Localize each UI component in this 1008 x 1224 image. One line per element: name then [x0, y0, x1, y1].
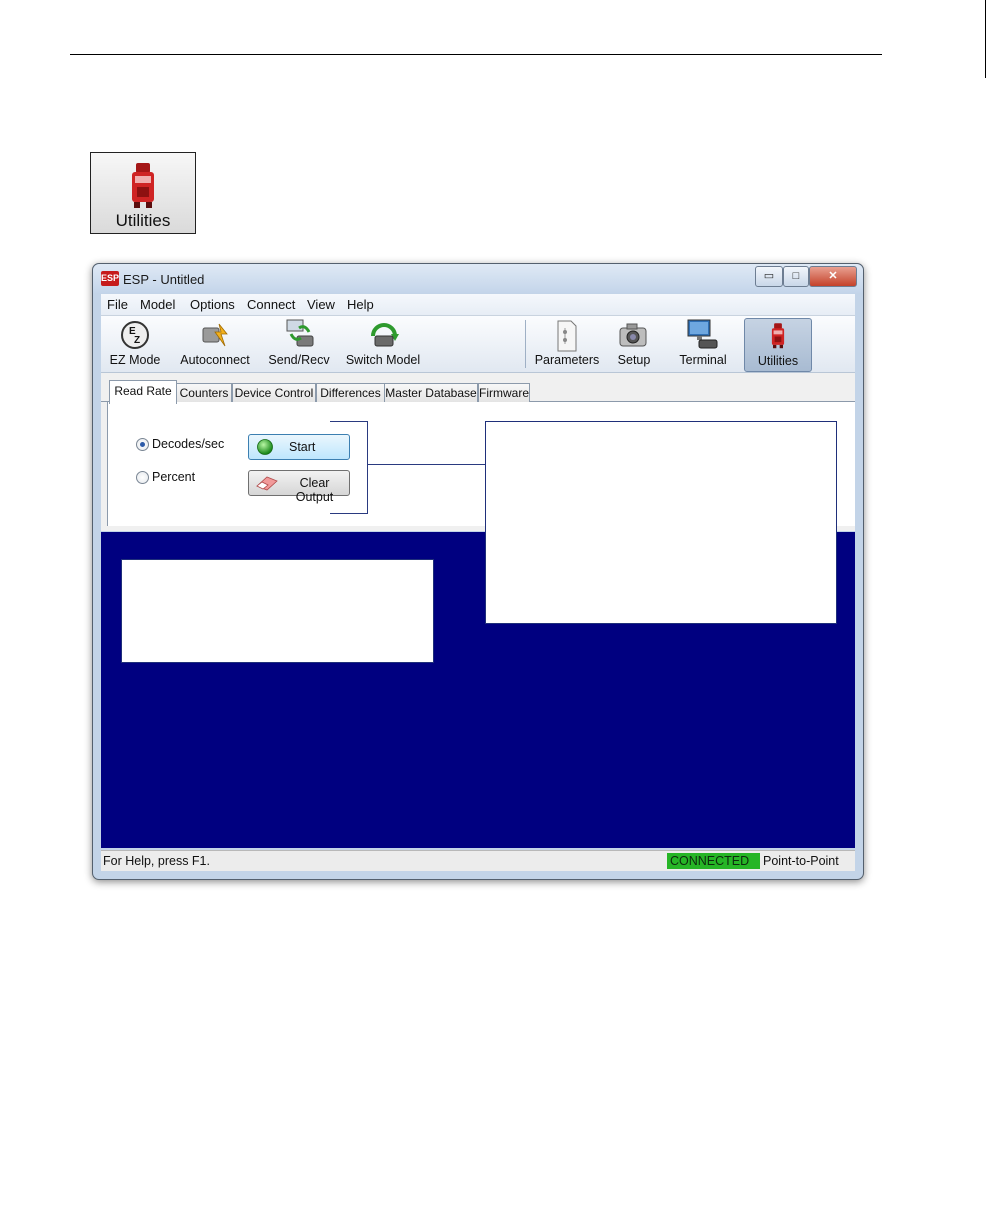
callout-leader-line: [367, 464, 486, 465]
decodes-per-sec-label: Decodes/sec: [152, 437, 225, 451]
parameters-icon: [557, 320, 577, 352]
toolbar-autoconnect-button[interactable]: Autoconnect: [175, 318, 255, 370]
menu-view[interactable]: View: [307, 297, 335, 312]
toolbar-label: Switch Model: [345, 353, 421, 367]
utilities-icon: [771, 323, 785, 349]
connection-mode: Point-to-Point: [763, 854, 839, 868]
menu-connect[interactable]: Connect: [247, 297, 295, 312]
tab-read-rate[interactable]: Read Rate: [109, 380, 177, 404]
tab-master-database[interactable]: Master Database: [384, 383, 478, 403]
callout-box-right: [485, 421, 837, 624]
page-side-rule: [985, 0, 986, 78]
menu-bar: File Model Options Connect View Help: [101, 294, 855, 316]
connection-status: CONNECTED: [667, 853, 760, 869]
svg-text:Z: Z: [134, 335, 140, 346]
ez-mode-icon: E Z: [121, 321, 149, 349]
switch-model-icon: [371, 323, 399, 347]
utilities-icon-box: Utilities: [90, 152, 196, 234]
toolbar-label: Setup: [617, 353, 651, 367]
toolbar-label: Terminal: [679, 353, 727, 367]
esp-app-icon: ESP: [101, 271, 119, 286]
decodes-per-sec-radio[interactable]: [136, 438, 149, 451]
toolbar-label: EZ Mode: [109, 353, 161, 367]
tab-device-control[interactable]: Device Control: [232, 383, 316, 403]
percent-label: Percent: [152, 470, 196, 484]
setup-camera-icon: [619, 323, 647, 347]
menu-help[interactable]: Help: [347, 297, 374, 312]
main-toolbar: E Z EZ Mode Autoconnect Send/Recv Switch…: [101, 316, 855, 373]
page-header-rule: [70, 54, 882, 55]
close-button[interactable]: ✕: [809, 266, 857, 287]
toolbar-ez-mode-button[interactable]: E Z EZ Mode: [103, 318, 167, 370]
minimize-button[interactable]: ▭: [755, 266, 783, 287]
toolbar-setup-button[interactable]: Setup: [609, 318, 659, 370]
autoconnect-icon: [202, 323, 228, 347]
toolbar-terminal-button[interactable]: Terminal: [669, 318, 737, 370]
terminal-icon: [687, 319, 718, 349]
menu-options[interactable]: Options: [190, 297, 235, 312]
tab-firmware[interactable]: Firmware: [478, 383, 530, 403]
toolbar-send-recv-button[interactable]: Send/Recv: [261, 318, 337, 370]
title-bar[interactable]: ESP ESP - Untitled ▭ □ ✕: [93, 264, 863, 293]
tab-counters[interactable]: Counters: [176, 383, 232, 403]
green-status-icon: [257, 439, 273, 455]
send-recv-icon: [286, 319, 314, 347]
toolbar-label: Parameters: [534, 353, 600, 367]
status-help-text: For Help, press F1.: [103, 854, 210, 868]
toolbar-label: Send/Recv: [268, 353, 330, 367]
eraser-icon: [256, 476, 278, 491]
tab-differences[interactable]: Differences: [316, 383, 385, 403]
callout-bracket: [330, 421, 368, 514]
maximize-button[interactable]: □: [783, 266, 809, 287]
start-button-label: Start: [289, 440, 316, 454]
menu-model[interactable]: Model: [140, 297, 175, 312]
callout-box-left: [121, 559, 434, 663]
toolbar-switch-model-button[interactable]: Switch Model: [341, 318, 425, 370]
toolbar-parameters-button[interactable]: Parameters: [533, 318, 601, 370]
utilities-icon-label: Utilities: [115, 211, 171, 230]
status-bar: For Help, press F1. CONNECTED Point-to-P…: [101, 850, 855, 871]
toolbar-separator: [525, 320, 526, 368]
toolbar-utilities-button[interactable]: Utilities: [744, 318, 812, 372]
window-title: ESP - Untitled: [123, 272, 205, 287]
utilities-icon: [125, 163, 161, 214]
toolbar-label: Autoconnect: [180, 353, 250, 367]
toolbar-label: Utilities: [757, 354, 799, 368]
menu-file[interactable]: File: [107, 297, 128, 312]
percent-radio[interactable]: [136, 471, 149, 484]
